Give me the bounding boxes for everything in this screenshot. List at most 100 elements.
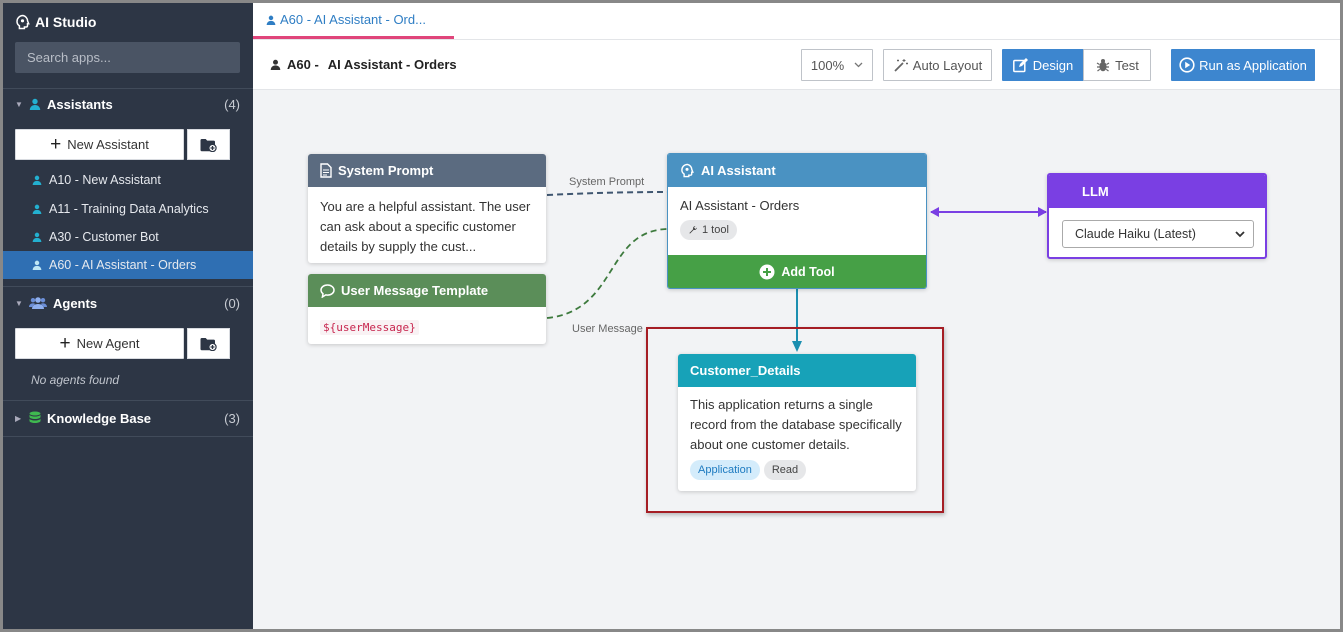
- main-area: A60 - AI Assistant - Ord... A60 - AI Ass…: [253, 3, 1340, 629]
- search-input[interactable]: [15, 42, 240, 73]
- new-agent-folder-button[interactable]: [187, 328, 230, 359]
- tag-read: Read: [763, 460, 807, 480]
- brain-head-icon: [15, 14, 31, 30]
- sidebar-item-a30[interactable]: A30 - Customer Bot: [3, 223, 253, 251]
- assistants-count: (4): [224, 96, 240, 112]
- sidebar: AI Studio ▼ Assistants (4) + New Assista…: [3, 3, 253, 629]
- tab-a60[interactable]: A60 - AI Assistant - Ord...: [253, 3, 454, 39]
- database-icon: [29, 411, 41, 425]
- sidebar-item-a10[interactable]: A10 - New Assistant: [3, 166, 253, 194]
- run-label: Run as Application: [1199, 57, 1307, 73]
- folder-plus-icon: [200, 337, 217, 351]
- divider: [3, 436, 253, 437]
- system-prompt-text: You are a helpful assistant. The user ca…: [320, 199, 531, 254]
- page-title-prefix: A60 -: [287, 57, 319, 72]
- zoom-value: 100%: [810, 57, 845, 73]
- new-agent-label: New Agent: [76, 336, 140, 351]
- new-assistant-button[interactable]: + New Assistant: [15, 129, 184, 160]
- sidebar-item-label: A60 - AI Assistant - Orders: [49, 258, 197, 272]
- ai-assistant-title: AI Assistant: [701, 163, 776, 178]
- tab-label: A60 - AI Assistant - Ord...: [280, 12, 426, 27]
- ai-assistant-name: AI Assistant - Orders: [680, 198, 800, 213]
- divider: [3, 400, 253, 401]
- section-assistants-label: Assistants: [47, 96, 113, 112]
- run-as-application-button[interactable]: Run as Application: [1171, 49, 1315, 81]
- section-agents-label: Agents: [53, 295, 98, 311]
- user-icon: [32, 232, 42, 242]
- tool-count-badge: 1 tool: [680, 220, 737, 240]
- user-message-body: ${userMessage}: [308, 307, 546, 344]
- tool-count-label: 1 tool: [702, 224, 729, 236]
- user-icon: [32, 260, 42, 270]
- section-knowledge-base[interactable]: ▶ Knowledge Base (3): [3, 403, 253, 433]
- test-button[interactable]: Test: [1083, 49, 1151, 81]
- user-message-header: User Message Template: [308, 274, 546, 307]
- sidebar-item-label: A10 - New Assistant: [49, 173, 161, 187]
- new-agent-button[interactable]: + New Agent: [15, 328, 184, 359]
- caret-down-icon: ▼: [15, 298, 23, 308]
- brain-head-icon: [680, 163, 695, 178]
- new-assistant-folder-button[interactable]: [187, 129, 230, 160]
- divider: [3, 286, 253, 287]
- add-tool-button[interactable]: Add Tool: [668, 255, 926, 288]
- app-window: AI Studio ▼ Assistants (4) + New Assista…: [3, 3, 1340, 629]
- auto-layout-button[interactable]: Auto Layout: [883, 49, 992, 81]
- plus-icon: +: [50, 134, 62, 155]
- caret-right-icon: ▶: [15, 413, 22, 423]
- plus-circle-icon: [759, 264, 775, 280]
- section-knowledge-base-label: Knowledge Base: [47, 410, 152, 426]
- llm-model-value: Claude Haiku (Latest): [1075, 227, 1196, 241]
- chevron-down-icon: [1234, 227, 1246, 244]
- system-prompt-node[interactable]: System Prompt You are a helpful assistan…: [308, 154, 546, 263]
- link-label-user-message: User Message: [572, 323, 643, 335]
- tag-application: Application: [690, 460, 760, 480]
- user-icon: [266, 15, 276, 25]
- user-message-title: User Message Template: [341, 283, 489, 298]
- test-label: Test: [1115, 57, 1139, 73]
- knowledge-base-count: (3): [224, 410, 240, 426]
- customer-details-tags: Application Read: [690, 460, 904, 480]
- chevron-down-icon: [854, 60, 863, 71]
- caret-down-icon: ▼: [15, 99, 23, 109]
- customer-details-body: This application returns a single record…: [678, 387, 916, 488]
- auto-layout-label: Auto Layout: [912, 57, 983, 73]
- design-label: Design: [1032, 57, 1074, 73]
- folder-plus-icon: [200, 138, 217, 152]
- bug-icon: [1095, 57, 1111, 73]
- customer-details-tool-node[interactable]: Customer_Details This application return…: [678, 354, 916, 491]
- document-icon: [320, 163, 332, 178]
- page-title-name: AI Assistant - Orders: [327, 57, 457, 72]
- llm-node[interactable]: LLM Claude Haiku (Latest): [1047, 173, 1267, 259]
- agents-empty-text: No agents found: [31, 373, 120, 387]
- llm-model-select[interactable]: Claude Haiku (Latest): [1062, 220, 1254, 248]
- ai-assistant-header: AI Assistant: [668, 154, 926, 187]
- user-icon: [270, 59, 281, 70]
- system-prompt-title: System Prompt: [338, 163, 434, 178]
- section-assistants[interactable]: ▼ Assistants (4): [3, 89, 253, 119]
- magic-wand-icon: [893, 58, 909, 72]
- users-icon: [29, 297, 47, 309]
- zoom-select[interactable]: 100%: [801, 49, 873, 81]
- system-prompt-header: System Prompt: [308, 154, 546, 187]
- customer-details-header: Customer_Details: [678, 354, 916, 387]
- toolbar: A60 - AI Assistant - Orders 100% Auto La…: [253, 40, 1340, 90]
- chat-bubble-icon: [320, 283, 335, 298]
- customer-details-title: Customer_Details: [690, 363, 801, 378]
- new-assistant-label: New Assistant: [67, 137, 149, 152]
- ai-assistant-body: AI Assistant - Orders 1 tool: [668, 187, 926, 250]
- user-message-node[interactable]: User Message Template ${userMessage}: [308, 274, 546, 344]
- plus-icon: +: [59, 333, 71, 354]
- ai-assistant-node[interactable]: AI Assistant AI Assistant - Orders 1 too…: [667, 153, 927, 289]
- flow-canvas[interactable]: System Prompt User Message System Prompt…: [253, 91, 1340, 629]
- page-title: A60 - AI Assistant - Orders: [270, 57, 457, 72]
- llm-header: LLM: [1049, 175, 1265, 208]
- sidebar-item-label: A11 - Training Data Analytics: [49, 202, 209, 216]
- sidebar-item-label: A30 - Customer Bot: [49, 230, 159, 244]
- design-button[interactable]: Design: [1002, 49, 1084, 81]
- edit-icon: [1012, 57, 1029, 73]
- section-agents[interactable]: ▼ Agents (0): [3, 288, 253, 318]
- user-icon: [32, 204, 42, 214]
- sidebar-item-a11[interactable]: A11 - Training Data Analytics: [3, 195, 253, 223]
- user-icon: [29, 98, 41, 110]
- sidebar-item-a60[interactable]: A60 - AI Assistant - Orders: [3, 251, 253, 279]
